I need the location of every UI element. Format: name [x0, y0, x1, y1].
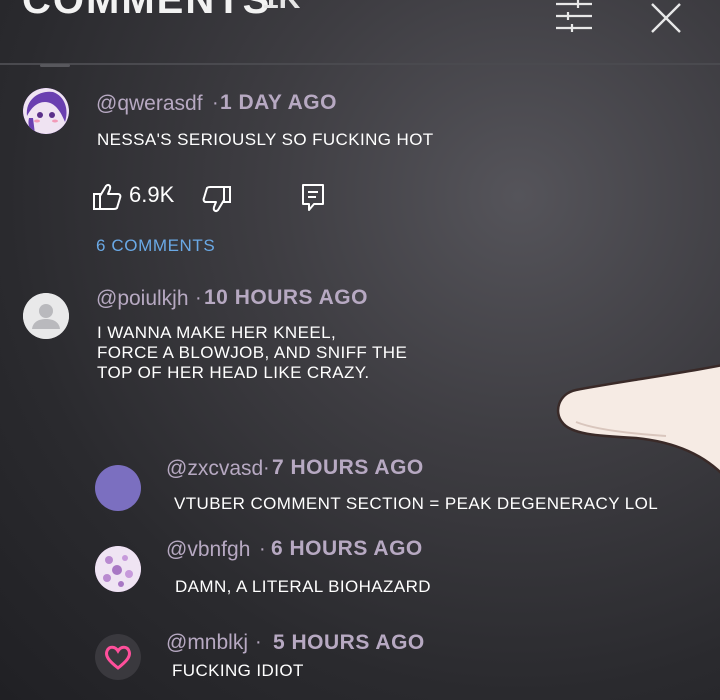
reply-time: 5 HOURS AGO — [273, 631, 425, 654]
meta-separator: · — [259, 538, 266, 560]
reply-text: FUCKING IDIOT — [172, 661, 304, 680]
like-count: 6.9K — [129, 182, 175, 207]
comment-text: I WANNA MAKE HER KNEEL, FORCE A BLOWJOB,… — [97, 323, 408, 382]
comment-time: 1 DAY AGO — [220, 91, 337, 114]
meta-separator: · — [212, 92, 219, 114]
filter-sliders-icon[interactable] — [554, 0, 594, 34]
reply-avatar[interactable] — [95, 546, 141, 592]
scroll-indicator — [40, 64, 70, 67]
reply-avatar[interactable] — [95, 465, 141, 511]
reply-username[interactable]: @zxcvasd — [166, 457, 263, 481]
header-divider — [0, 63, 720, 65]
avatar[interactable] — [23, 88, 69, 134]
comment-time: 10 HOURS AGO — [204, 286, 368, 309]
reply-username[interactable]: @mnblkj — [166, 631, 248, 655]
reply-time: 7 HOURS AGO — [272, 456, 424, 479]
heart-avatar-icon — [95, 634, 141, 680]
close-icon[interactable] — [648, 2, 684, 34]
comment-username[interactable]: @poiulkjh — [96, 287, 189, 311]
header-title: COMMENTS — [22, 0, 272, 22]
comment-actions: 6.9K — [92, 178, 342, 218]
floral-avatar-icon — [95, 546, 141, 592]
meta-separator: · — [195, 287, 202, 309]
anime-avatar-icon — [23, 88, 69, 134]
thumbs-up-icon[interactable] — [92, 182, 122, 212]
avatar[interactable] — [23, 293, 69, 339]
comment-count: 1K — [262, 0, 300, 16]
default-user-icon — [23, 293, 69, 339]
meta-separator: · — [263, 457, 270, 479]
comment-username[interactable]: @qwerasdf — [96, 92, 203, 116]
reply-text: VTUBER COMMENT SECTION = PEAK DEGENERACY… — [174, 494, 659, 513]
comment-text: NESSA'S SERIOUSLY SO FUCKING HOT — [97, 130, 434, 149]
meta-separator: · — [255, 631, 262, 653]
reply-avatar[interactable] — [95, 634, 141, 680]
reply-username[interactable]: @vbnfgh — [166, 538, 250, 562]
thumbs-down-icon[interactable] — [202, 184, 232, 214]
comments-header: COMMENTS 1K — [0, 0, 720, 64]
reply-time: 6 HOURS AGO — [271, 537, 423, 560]
view-replies-link[interactable]: 6 COMMENTS — [96, 236, 215, 256]
reply-text: DAMN, A LITERAL BIOHAZARD — [175, 577, 431, 596]
reply-comment-icon[interactable] — [300, 182, 326, 212]
